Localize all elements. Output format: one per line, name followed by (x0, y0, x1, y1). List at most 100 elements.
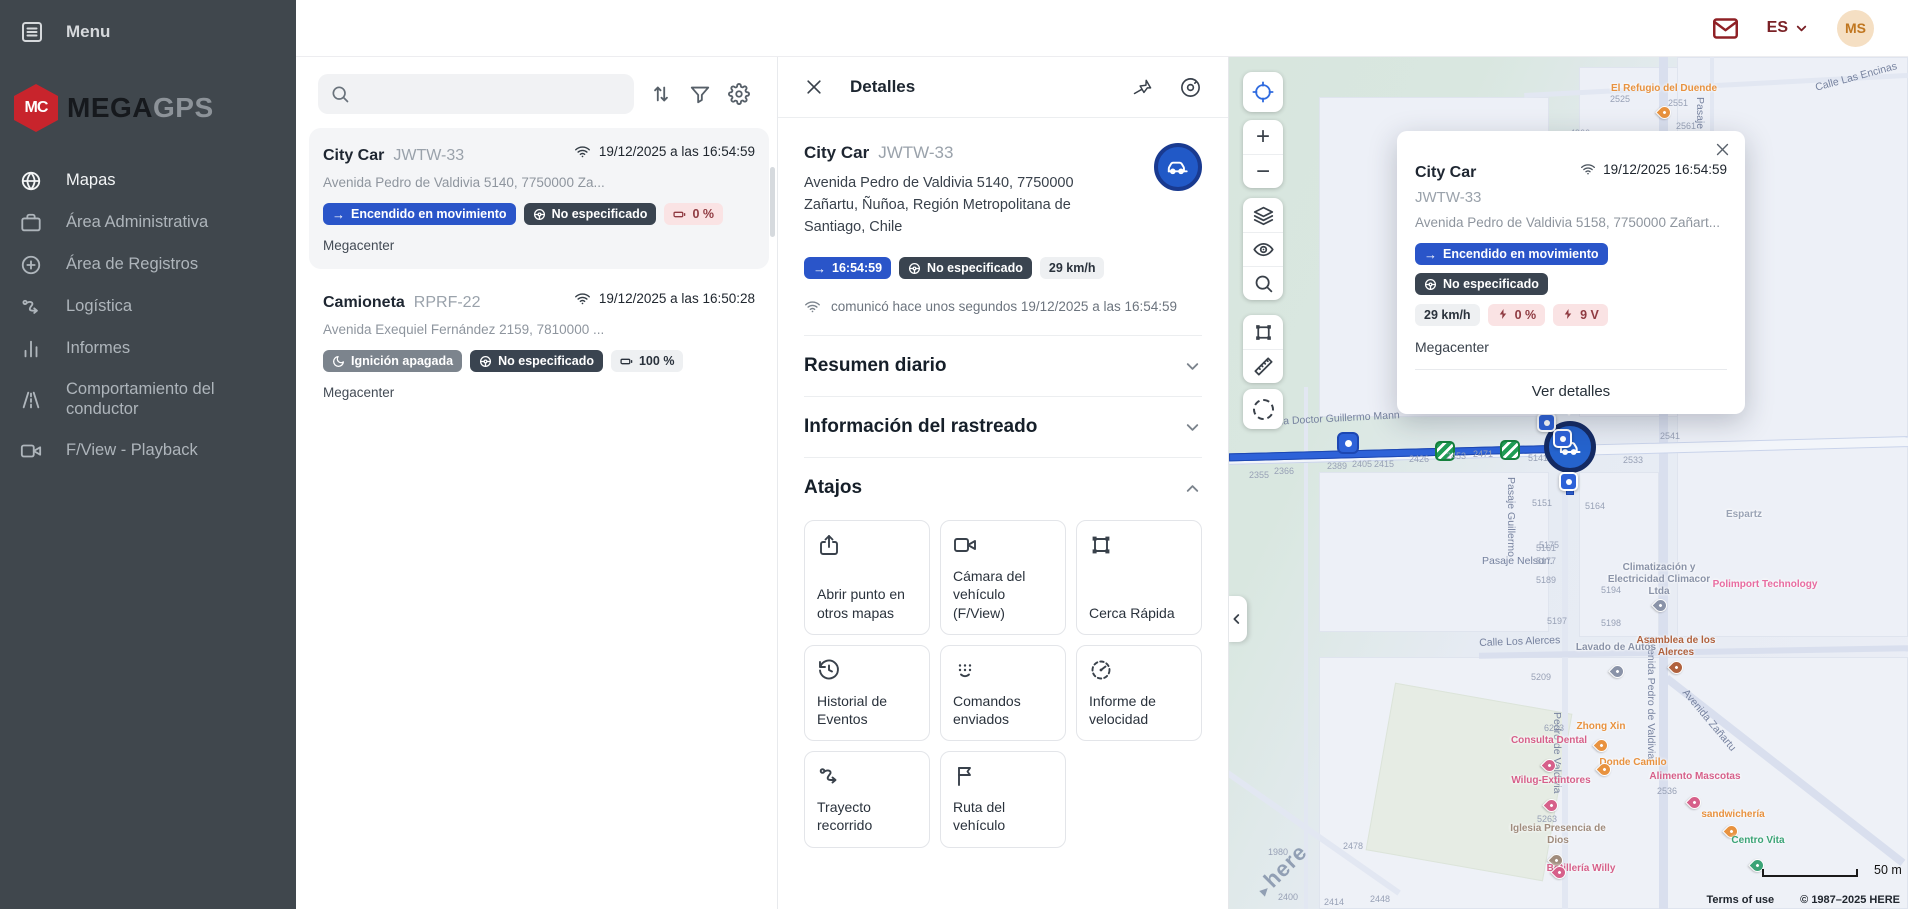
status-badge-ignition: →Encendido en movimiento (1415, 243, 1608, 265)
search-box[interactable] (318, 74, 634, 114)
popup-group: Megacenter (1415, 339, 1727, 355)
bolt-icon (1562, 308, 1574, 323)
focus-icon[interactable] (1179, 76, 1202, 99)
shortcut-informe-velocidad[interactable]: Informe de velocidad (1076, 645, 1202, 741)
map[interactable]: Avenida Doctor Guillermo MannPasaje Nels… (1229, 57, 1908, 909)
shortcut-cerca-rapida[interactable]: Cerca Rápida (1076, 520, 1202, 635)
sidebar-item-label: Comportamiento del conductor (66, 380, 256, 420)
measure-button[interactable] (1243, 349, 1283, 383)
filter-icon[interactable] (689, 83, 711, 105)
eye-icon (1253, 239, 1274, 260)
layers-button[interactable] (1243, 198, 1283, 232)
globe-icon (20, 170, 42, 192)
map-house-number: 2561 (1676, 121, 1696, 131)
terms-of-use-link[interactable]: Terms of use (1707, 894, 1775, 906)
shortcut-label: Comandos enviados (953, 692, 1053, 728)
status-badge-speed: 29 km/h (1415, 304, 1480, 326)
vehicle-address: Avenida Pedro de Valdivia 5140, 7750000 … (323, 175, 755, 190)
shortcut-ruta-vehiculo[interactable]: Ruta del vehículo (940, 751, 1066, 847)
sidebar-item-area-administrativa[interactable]: Área Administrativa (0, 202, 296, 244)
map-poi-label: Polimport Technology (1710, 579, 1820, 591)
sidebar-item-logistica[interactable]: Logística (0, 286, 296, 328)
wifi-icon (804, 298, 821, 315)
comm-status: comunicó hace unos segundos 19/12/2025 a… (831, 299, 1177, 314)
sidebar-item-mapas[interactable]: Mapas (0, 160, 296, 202)
menu-toggle[interactable]: Menu (0, 0, 296, 60)
map-house-number: 2389 (1327, 461, 1347, 471)
car-icon (1165, 154, 1191, 180)
shortcut-trayecto-recorrido[interactable]: Trayecto recorrido (804, 751, 930, 847)
shortcut-abrir-punto[interactable]: Abrir punto en otros mapas (804, 520, 930, 635)
arrow-right-icon: → (332, 207, 345, 222)
steering-wheel-icon (533, 208, 546, 221)
mail-icon[interactable] (1712, 15, 1739, 42)
search-input[interactable] (358, 86, 622, 102)
map-poi-label: Climatización y Electricidad Climacor Lt… (1604, 562, 1714, 598)
sidebar-item-fview-playback[interactable]: F/View - Playback (0, 430, 296, 472)
close-icon[interactable] (804, 77, 824, 97)
brand-monogram-icon: MC (14, 84, 58, 132)
vehicle-card-city-car[interactable]: City CarJWTW-33 19/12/2025 a las 16:54:5… (309, 128, 769, 269)
wifi-icon (574, 143, 591, 160)
map-poi-label: Zhong Xin (1546, 721, 1656, 733)
map-search-button[interactable] (1243, 266, 1283, 300)
status-badge-driver: No especificado (524, 203, 657, 225)
radius-button[interactable] (1243, 389, 1283, 429)
map-poi-label: El Refugio del Duende (1609, 83, 1719, 95)
map-house-number: 2355 (1249, 470, 1269, 480)
section-informacion-del-rastreado[interactable]: Información del rastreado (804, 396, 1202, 457)
pin-icon[interactable] (1130, 74, 1156, 100)
collapse-panel-handle[interactable] (1229, 596, 1247, 642)
sidebar-nav: Mapas Área Administrativa Área de Regist… (0, 160, 296, 472)
shortcut-label: Cámara del vehículo (F/View) (953, 567, 1053, 622)
map-house-number: 2525 (1610, 94, 1630, 104)
view-details-link[interactable]: Ver detalles (1415, 369, 1727, 414)
sort-icon[interactable] (650, 83, 672, 105)
list-scrollbar[interactable] (770, 167, 775, 237)
section-label: Resumen diario (804, 355, 947, 377)
map-house-number: 2400 (1278, 892, 1298, 902)
geofence-button[interactable] (1243, 315, 1283, 349)
shortcuts-grid: Abrir punto en otros mapas Cámara del ve… (804, 518, 1202, 867)
visibility-button[interactable] (1243, 232, 1283, 266)
map-house-number: 2414 (1324, 897, 1344, 907)
close-icon[interactable] (1714, 141, 1731, 158)
shortcut-historial-eventos[interactable]: Historial de Eventos (804, 645, 930, 741)
sidebar-item-comportamiento-del-conductor[interactable]: Comportamiento del conductor (0, 370, 296, 430)
shortcut-comandos-enviados[interactable]: Comandos enviados (940, 645, 1066, 741)
steering-wheel-icon (908, 262, 921, 275)
map-street-label: Pasaje Guillermo (1505, 477, 1517, 557)
gear-icon[interactable] (728, 83, 750, 105)
section-resumen-diario[interactable]: Resumen diario (804, 335, 1202, 396)
language-selector[interactable]: ES (1767, 19, 1809, 37)
map-poi-pin (1667, 658, 1685, 676)
zoom-out-button[interactable]: − (1243, 154, 1283, 188)
map-poi-label: Iglesia Presencia de Dios (1503, 823, 1613, 847)
locate-button[interactable] (1243, 72, 1283, 112)
steering-wheel-icon (1424, 278, 1437, 291)
vehicle-card-camioneta[interactable]: CamionetaRPRF-22 19/12/2025 a las 16:50:… (309, 275, 769, 416)
zoom-in-button[interactable]: + (1243, 120, 1283, 154)
avatar[interactable]: MS (1837, 10, 1874, 47)
status-badge-battery: 0 % (664, 203, 723, 225)
moon-icon (332, 355, 345, 368)
map-house-number: 2426 (1409, 454, 1429, 464)
driver-behavior-icon (20, 389, 42, 411)
plus-circle-icon (20, 254, 42, 276)
shortcut-label: Ruta del vehículo (953, 798, 1053, 834)
map-poi-label: Asamblea de los Alerces (1621, 635, 1731, 659)
route-point-marker[interactable] (1537, 413, 1556, 432)
route-point-marker[interactable] (1553, 429, 1572, 448)
share-icon (817, 533, 917, 557)
map-control-locate (1243, 72, 1283, 112)
sidebar-item-informes[interactable]: Informes (0, 328, 296, 370)
details-vehicle-title: City CarJWTW-33 (804, 143, 1202, 163)
status-badge-battery: 0 % (1488, 304, 1546, 326)
geofence-icon (1253, 322, 1274, 343)
brand-gps: GPS (153, 92, 214, 123)
section-atajos[interactable]: Atajos (804, 457, 1202, 518)
sidebar-item-area-de-registros[interactable]: Área de Registros (0, 244, 296, 286)
shortcut-camara-vehiculo[interactable]: Cámara del vehículo (F/View) (940, 520, 1066, 635)
map-control-radius (1243, 389, 1283, 429)
route-point-marker[interactable] (1559, 472, 1578, 491)
